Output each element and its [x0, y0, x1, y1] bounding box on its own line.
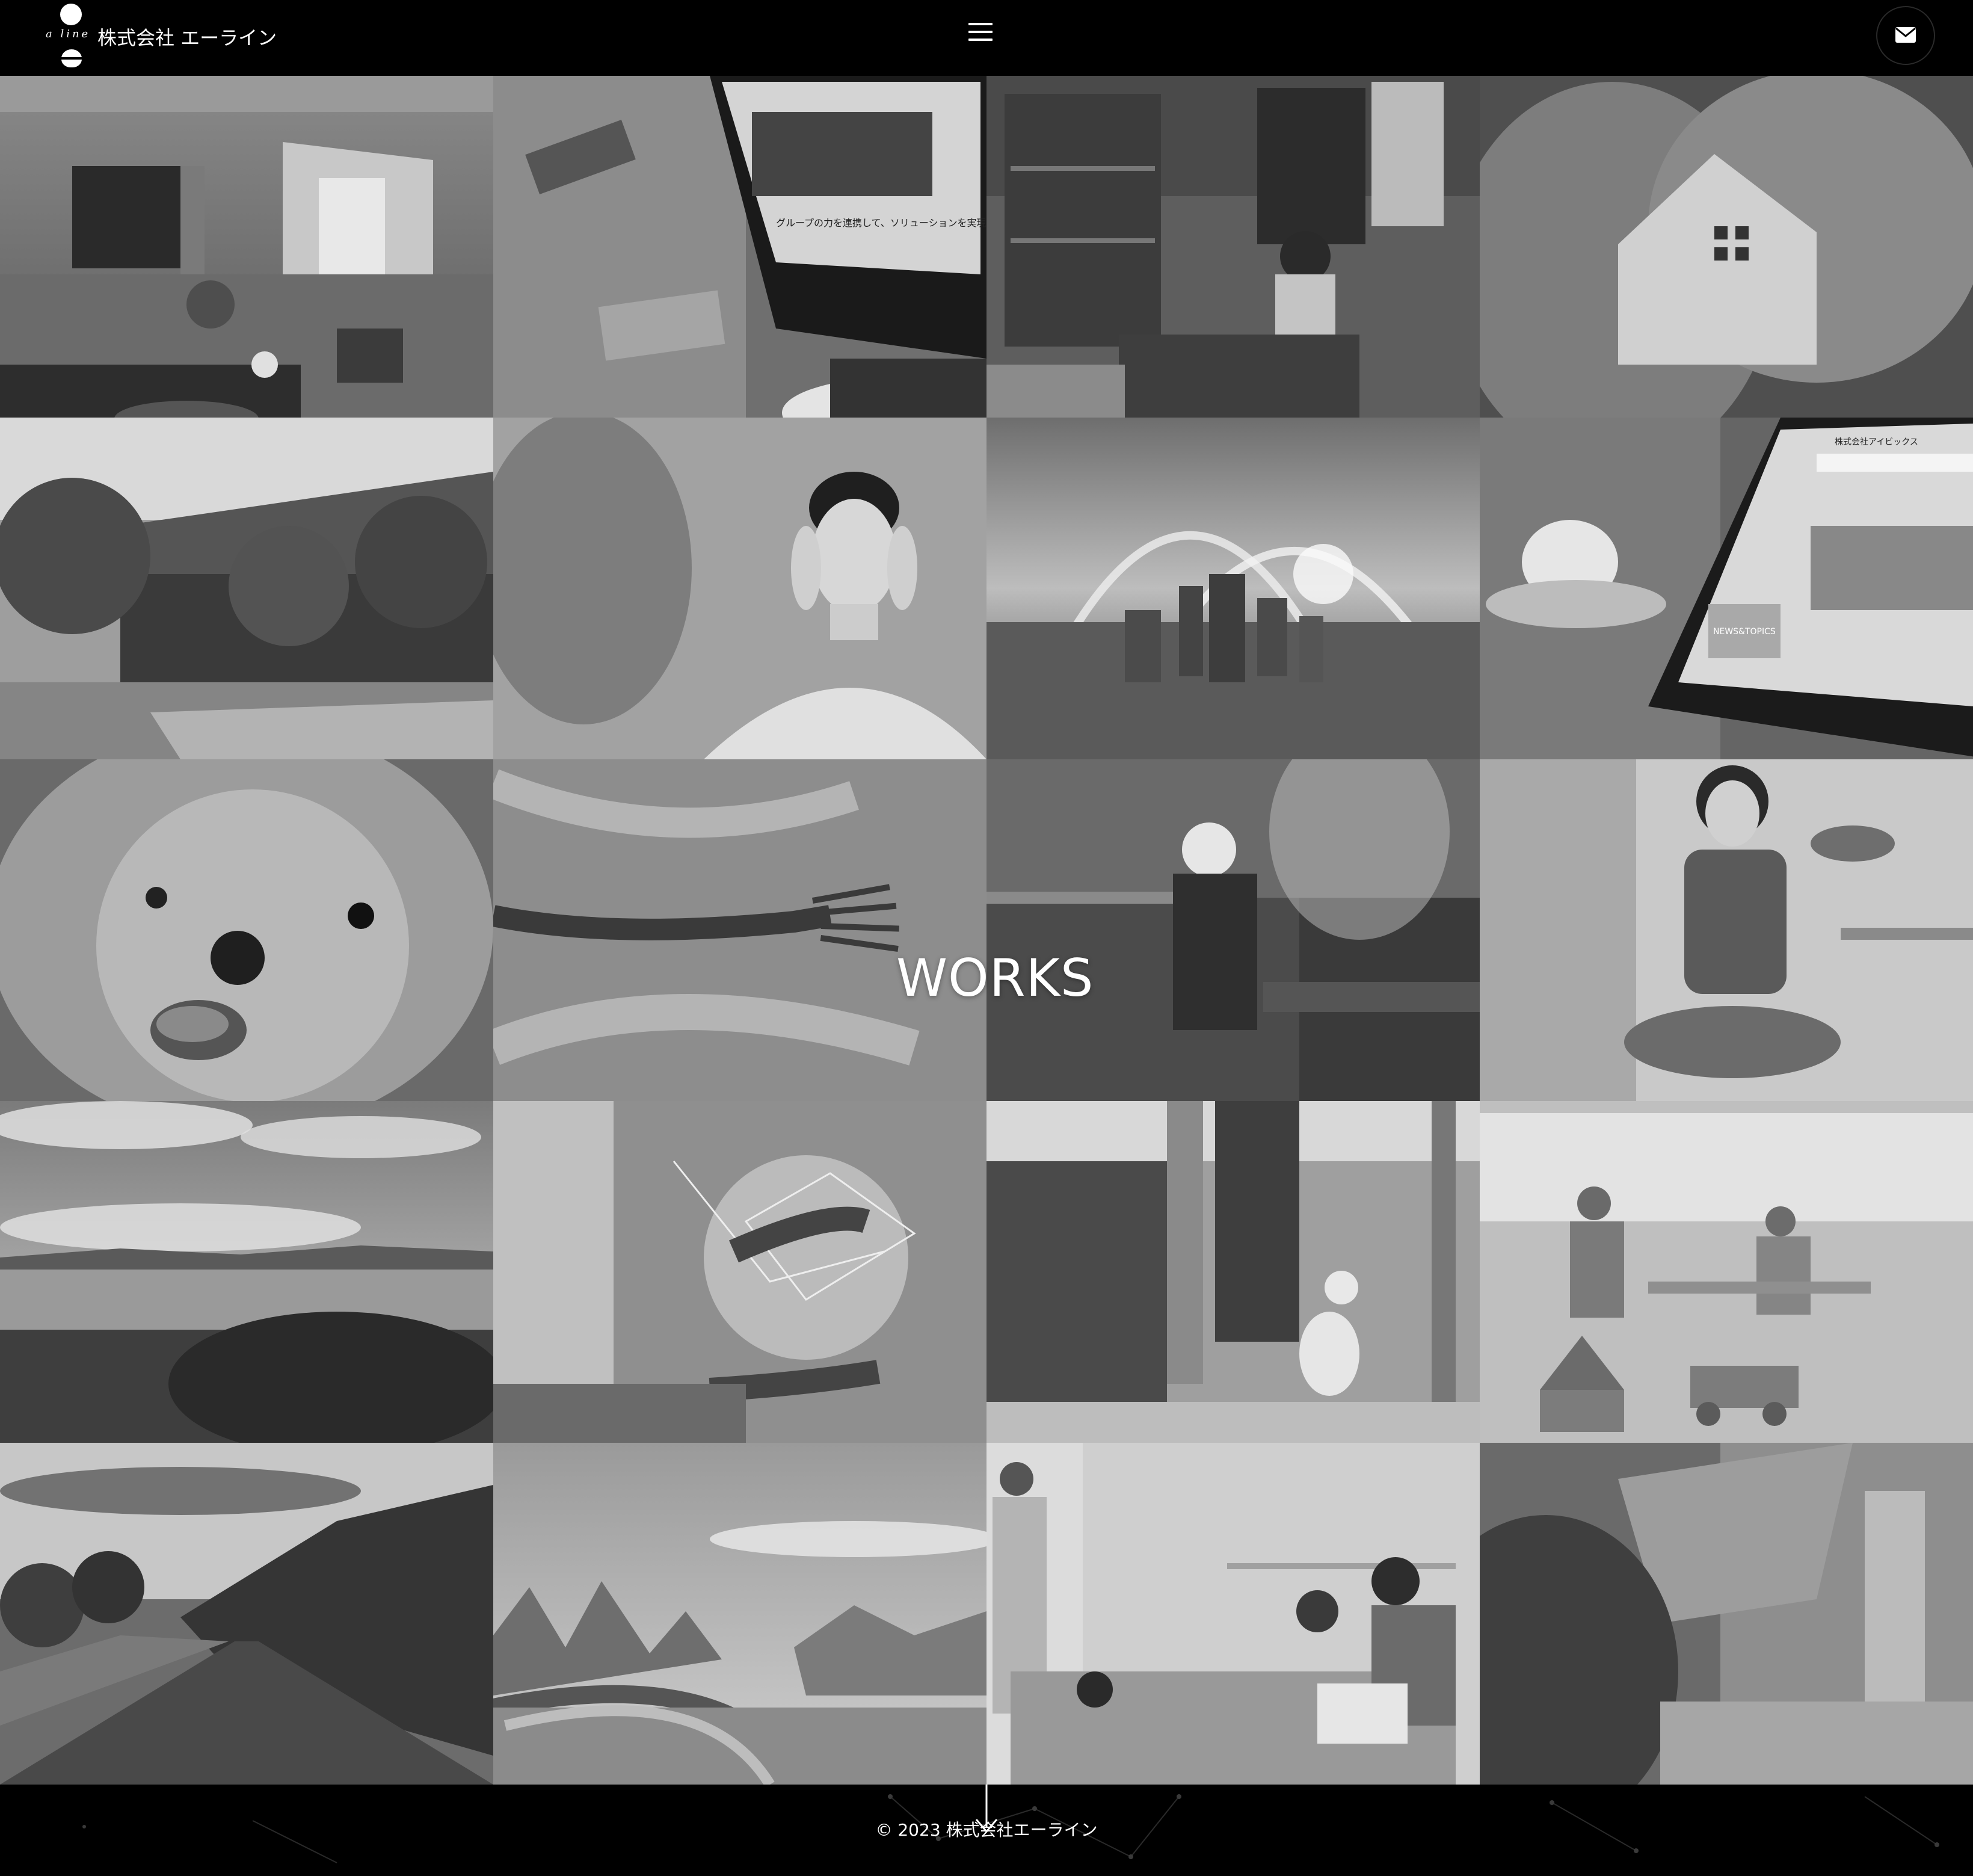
family-living-image	[986, 1443, 1480, 1785]
cafe-woman-image	[986, 76, 1480, 418]
work-tile-cafe-woman[interactable]	[986, 76, 1480, 418]
envelope-icon	[1895, 27, 1916, 43]
work-tile-dog-walk[interactable]	[986, 1101, 1480, 1443]
work-tile-welder[interactable]	[1480, 1443, 1973, 1785]
work-tile-house-garden[interactable]	[0, 418, 493, 759]
site-header: a line 株式会社 エーライン	[0, 0, 1973, 76]
logo-wordmark: a line	[46, 28, 91, 40]
kitchen-cook-image	[986, 759, 1480, 1101]
laptop-site-caption: グループの力を連携して、ソリューションを実現	[776, 217, 986, 229]
welder-image	[1480, 1443, 1973, 1785]
dog-walk-image	[986, 1101, 1480, 1443]
mountain-road-image	[0, 1443, 493, 1785]
tablet-website-image: 株式会社アイビックス NEWS&TOPICS	[1480, 418, 1973, 759]
care-facility-image	[1480, 1101, 1973, 1443]
site-footer: © 2023 株式会社エーライン	[0, 1785, 1973, 1876]
work-tile-city-landscape[interactable]	[0, 1101, 493, 1443]
logo-mark-circle	[60, 4, 82, 25]
contact-button[interactable]	[1876, 6, 1935, 65]
work-tile-living-room[interactable]	[0, 76, 493, 418]
house-in-hands-image	[1480, 76, 1973, 418]
house-garden-image	[0, 418, 493, 759]
work-tile-woman-sitting[interactable]	[1480, 759, 1973, 1101]
work-tile-low-poly-landscape[interactable]	[493, 1443, 986, 1785]
work-tile-care-facility[interactable]	[1480, 1101, 1973, 1443]
city-landscape-image	[0, 1101, 493, 1443]
work-tile-woman-face[interactable]	[493, 418, 986, 759]
logo-mark-base	[61, 49, 82, 67]
page: a line 株式会社 エーライン グループの力を連携して、ソリューションを実現…	[0, 0, 1973, 1876]
woman-face-image	[493, 418, 986, 759]
living-room-image	[0, 76, 493, 418]
work-tile-mountain-road[interactable]	[0, 1443, 493, 1785]
digital-hands-image	[493, 1101, 986, 1443]
work-tile-poodle[interactable]	[0, 759, 493, 1101]
work-tile-tablet-website[interactable]: 株式会社アイビックス NEWS&TOPICS	[1480, 418, 1973, 759]
work-tile-digital-hands[interactable]	[493, 1101, 986, 1443]
laptop-website-image: グループの力を連携して、ソリューションを実現	[493, 76, 986, 418]
company-name: 株式会社 エーライン	[97, 26, 277, 49]
work-tile-family-living[interactable]	[986, 1443, 1480, 1785]
work-tile-forks[interactable]	[493, 759, 986, 1101]
city-network-image	[986, 418, 1480, 759]
work-tile-city-network[interactable]	[986, 418, 1480, 759]
work-tile-laptop-website[interactable]: グループの力を連携して、ソリューションを実現	[493, 76, 986, 418]
low-poly-landscape-image	[493, 1443, 986, 1785]
copyright-text: © 2023 株式会社エーライン	[875, 1820, 1098, 1840]
poodle-image	[0, 759, 493, 1101]
tablet-site-company: 株式会社アイビックス	[1835, 437, 1918, 447]
works-grid: グループの力を連携して、ソリューションを実現 株式会社アイビックス NEWS&T…	[0, 76, 1973, 1785]
work-tile-house-in-hands[interactable]	[1480, 76, 1973, 418]
works-heading: WORKS	[896, 948, 1094, 1008]
forks-image	[493, 759, 986, 1101]
woman-sitting-image	[1480, 759, 1973, 1101]
tablet-site-news: NEWS&TOPICS	[1713, 627, 1776, 637]
hamburger-menu-icon[interactable]	[968, 23, 993, 41]
work-tile-kitchen-cook[interactable]	[986, 759, 1480, 1101]
